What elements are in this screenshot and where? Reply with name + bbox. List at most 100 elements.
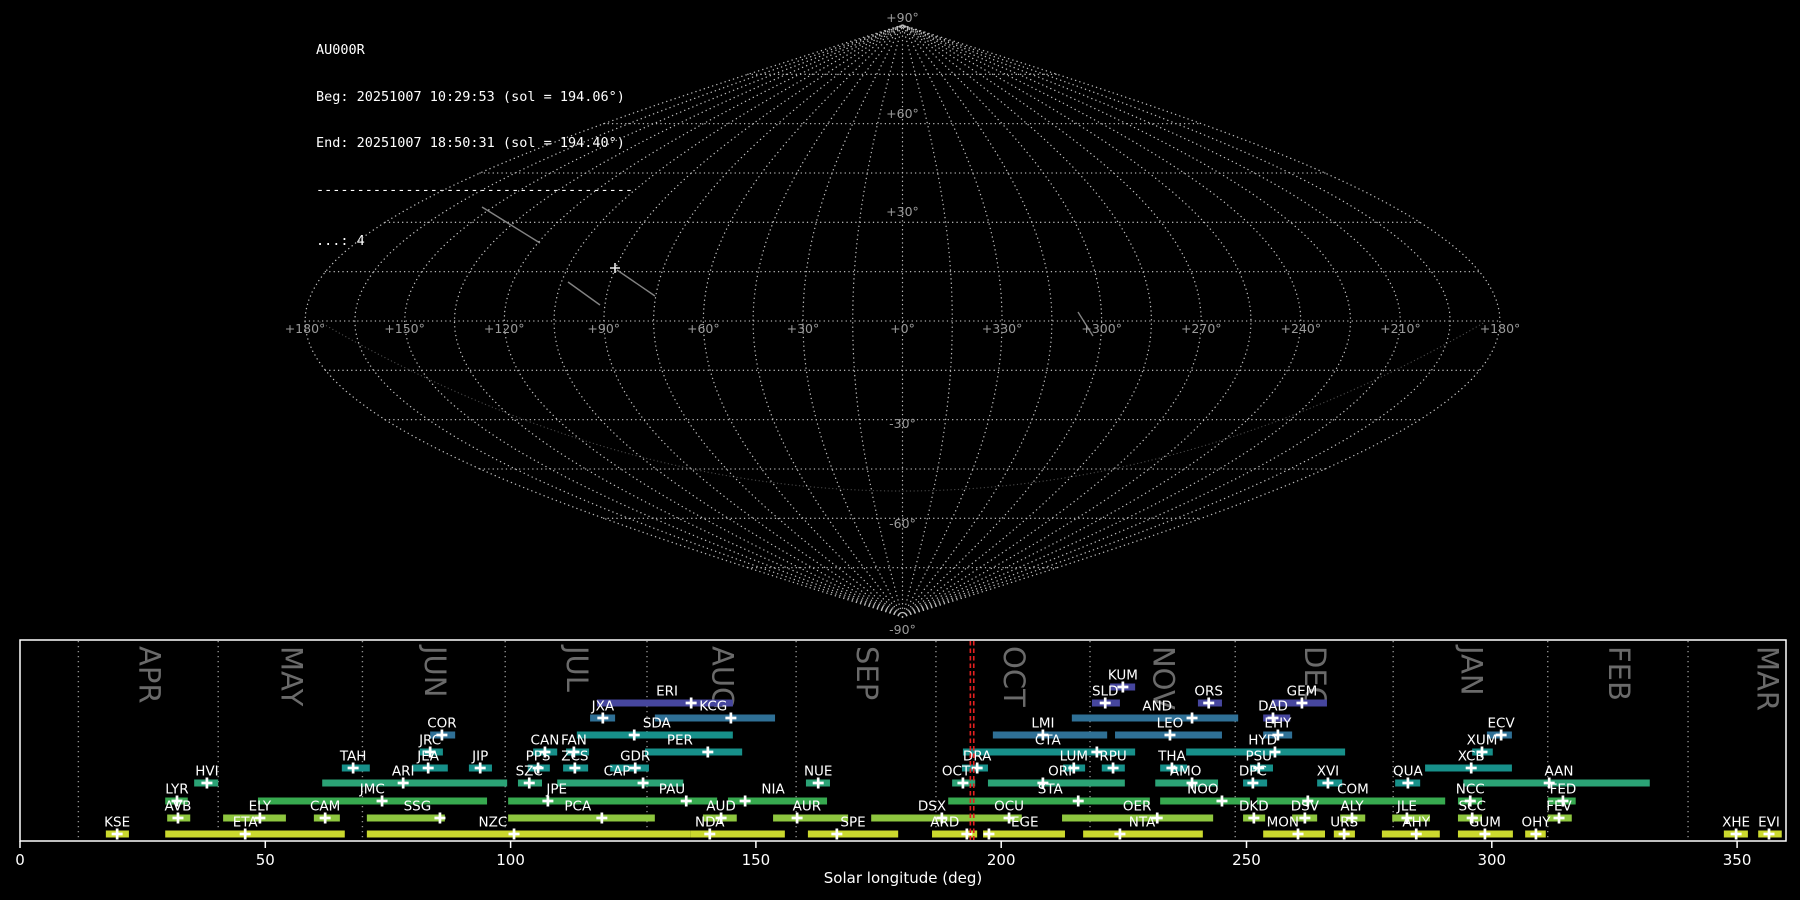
shower-label: OER bbox=[1123, 799, 1152, 815]
month-label: APR bbox=[132, 646, 166, 703]
shower-label: GDR bbox=[620, 749, 650, 765]
shower-label: SDA bbox=[643, 716, 672, 732]
shower-peak-marker bbox=[702, 746, 714, 758]
shower-bar bbox=[1160, 797, 1250, 805]
x-tick-label: 350 bbox=[1723, 851, 1752, 869]
shower-label: PER bbox=[667, 733, 693, 749]
shower-bar bbox=[1071, 714, 1239, 722]
longitude-label: +60° bbox=[687, 321, 720, 336]
month-label: JUN bbox=[418, 644, 452, 697]
shower-label: ORS bbox=[1194, 684, 1223, 700]
shower-bar bbox=[948, 797, 1150, 805]
shower-bar bbox=[645, 748, 743, 756]
shower-label: EGE bbox=[1011, 815, 1039, 831]
shower-label: HYD bbox=[1248, 733, 1277, 749]
shower-label: NZC bbox=[479, 815, 508, 831]
shower-label: NDA bbox=[695, 815, 725, 831]
shower-bar bbox=[165, 830, 345, 838]
shower-label: OHY bbox=[1521, 815, 1551, 831]
shower-label: SCC bbox=[1458, 799, 1485, 815]
shower-label: AND bbox=[1142, 699, 1172, 715]
longitude-label: +300° bbox=[1081, 321, 1122, 336]
shower-label: COR bbox=[427, 716, 456, 732]
shower-bar bbox=[508, 814, 655, 822]
shower-peak-marker bbox=[1114, 828, 1126, 840]
shower-label: PPS bbox=[526, 749, 551, 765]
month-label: MAR bbox=[1750, 646, 1784, 711]
shower-label: NCC bbox=[1456, 782, 1485, 798]
shower-label: AUD bbox=[706, 799, 736, 815]
month-label: MAY bbox=[274, 646, 308, 707]
shower-label: DPC bbox=[1239, 764, 1267, 780]
shower-label: JEA bbox=[416, 749, 440, 765]
shower-label: FEV bbox=[1546, 799, 1572, 815]
shower-label: XHE bbox=[1722, 815, 1750, 831]
longitude-label: +180° bbox=[285, 321, 326, 336]
shower-label: ETA bbox=[233, 815, 259, 831]
shower-label: DSX bbox=[918, 799, 946, 815]
radiant-report-window: AU000R Beg: 20251007 10:29:53 (sol = 194… bbox=[0, 0, 1800, 900]
shower-label: TAH bbox=[339, 749, 367, 765]
shower-label: CAN bbox=[531, 733, 560, 749]
shower-label: COM bbox=[1337, 782, 1369, 798]
x-tick-label: 200 bbox=[987, 851, 1016, 869]
shower-peak-marker bbox=[508, 828, 520, 840]
shower-bar bbox=[1083, 830, 1203, 838]
shower-label: DKD bbox=[1239, 799, 1269, 815]
shower-label: PCA bbox=[564, 799, 592, 815]
shower-bar bbox=[366, 830, 691, 838]
shower-label: RPU bbox=[1099, 749, 1126, 765]
shower-label: AVB bbox=[165, 799, 192, 815]
month-label: OCT bbox=[997, 646, 1031, 707]
shower-peak-marker bbox=[628, 729, 640, 741]
latitude-label: -60° bbox=[889, 516, 916, 531]
shower-label: DRA bbox=[963, 749, 992, 765]
shower-label: KUM bbox=[1108, 668, 1138, 684]
shower-label: SZC bbox=[516, 764, 543, 780]
shower-label: QUA bbox=[1393, 764, 1424, 780]
shower-label: DAD bbox=[1258, 699, 1288, 715]
shower-label: MON bbox=[1267, 815, 1299, 831]
x-tick-label: 50 bbox=[256, 851, 275, 869]
longitude-label: +150° bbox=[384, 321, 425, 336]
shower-label: NUE bbox=[804, 764, 833, 780]
shower-peak-marker bbox=[1186, 712, 1198, 724]
shower-label: OCT bbox=[942, 764, 971, 780]
shower-label: XUM bbox=[1467, 733, 1498, 749]
x-tick-label: 100 bbox=[496, 851, 525, 869]
shower-label: SSG bbox=[404, 799, 432, 815]
shower-label: ORI bbox=[1048, 764, 1072, 780]
shower-bar bbox=[366, 814, 445, 822]
shower-label: LMI bbox=[1031, 716, 1054, 732]
shower-label: ARD bbox=[930, 815, 959, 831]
longitude-label: +180° bbox=[1480, 321, 1521, 336]
shower-label: LEO bbox=[1157, 716, 1184, 732]
shower-label: GEM bbox=[1287, 684, 1318, 700]
shower-peak-marker bbox=[739, 795, 751, 807]
shower-label: AUR bbox=[793, 799, 822, 815]
shower-peak-marker bbox=[685, 697, 697, 709]
shower-bar bbox=[576, 731, 733, 739]
longitude-label: +120° bbox=[484, 321, 525, 336]
shower-label: JMC bbox=[359, 782, 385, 798]
longitude-label: +30° bbox=[787, 321, 820, 336]
month-label: JUL bbox=[560, 644, 594, 692]
x-tick-label: 150 bbox=[742, 851, 771, 869]
meteor-trail bbox=[481, 206, 541, 244]
latitude-label: -30° bbox=[889, 416, 916, 431]
shower-label: OCU bbox=[994, 799, 1024, 815]
shower-label: ARI bbox=[392, 764, 415, 780]
shower-label: EHY bbox=[1264, 716, 1292, 732]
shower-label: GUM bbox=[1469, 815, 1501, 831]
sky-map: +90° +60° +30° -30° -60° -90° +180° +150° +120° +… bbox=[285, 10, 1521, 637]
shower-peak-marker bbox=[596, 812, 608, 824]
latitude-label: +60° bbox=[886, 106, 919, 121]
latitude-label: -90° bbox=[889, 622, 916, 637]
longitude-label: +330° bbox=[982, 321, 1023, 336]
shower-label: CTA bbox=[1035, 733, 1062, 749]
shower-label: JXA bbox=[591, 699, 615, 715]
shower-label: ECV bbox=[1488, 716, 1516, 732]
shower-label: SLD bbox=[1092, 684, 1119, 700]
shower-bar bbox=[773, 814, 849, 822]
shower-label: JPE bbox=[545, 782, 567, 798]
